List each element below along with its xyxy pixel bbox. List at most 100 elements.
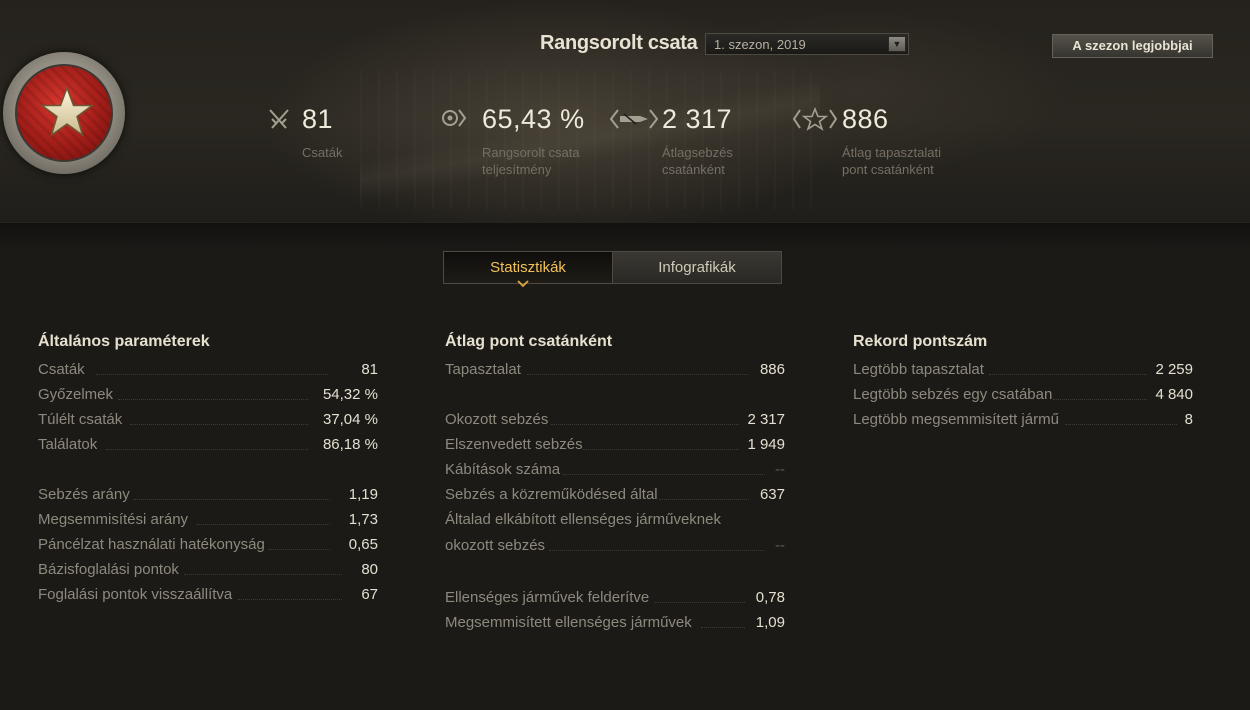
leader-dots	[96, 374, 328, 375]
summary-label: Átlag tapasztalati pont csatánként	[842, 145, 942, 177]
medal-star-icon	[40, 86, 94, 137]
stat-row: Csaták 81	[38, 359, 378, 381]
view-tabs: Statisztikák Infografikák	[443, 251, 782, 284]
rank-chevron-icon	[442, 109, 467, 127]
stat-label: Legtöbb megsemmisített jármű	[853, 411, 1059, 428]
stat-label: Megsemmisített ellenséges járművek	[445, 614, 692, 631]
stat-label: Ellenséges járművek felderítve	[445, 589, 650, 606]
summary-value: 886	[842, 104, 889, 134]
season-select-value: 1. szezon, 2019	[714, 37, 806, 52]
stat-label: okozott sebzés	[445, 537, 546, 554]
stat-row: okozott sebzés --	[445, 535, 785, 557]
stat-label: Általad elkábított ellenséges járművekne…	[445, 511, 721, 528]
banner-background-art	[360, 70, 820, 210]
stat-row: Sebzés a közreműködésed által 637	[445, 484, 785, 506]
leader-dots	[196, 524, 330, 525]
season-select[interactable]: 1. szezon, 2019 ▼	[705, 33, 909, 55]
stat-row: Megsemmisített ellenséges járművek 1,09	[445, 612, 785, 634]
leader-dots	[583, 449, 739, 450]
stat-row: Elszenvedett sebzés 1 949	[445, 434, 785, 456]
stat-label: Legtöbb sebzés egy csatában	[853, 386, 1053, 403]
stat-label: Találatok	[38, 436, 98, 453]
leader-dots	[118, 399, 308, 400]
stat-row: Ellenséges járművek felderítve 0,78	[445, 587, 785, 609]
stat-row: Megsemmisítési arány 1,73	[38, 509, 378, 531]
stat-label: Győzelmek	[38, 386, 114, 403]
stat-row: Páncélzat használati hatékonyság 0,65	[38, 534, 378, 556]
leader-dots	[655, 602, 745, 603]
stat-value: 86,18 %	[322, 436, 378, 453]
leader-dots	[106, 449, 308, 450]
stat-label: Legtöbb tapasztalat	[853, 361, 984, 378]
leader-dots	[238, 599, 342, 600]
stat-row: Túlélt csaták 37,04 %	[38, 409, 378, 431]
stat-label: Okozott sebzés	[445, 411, 549, 428]
stat-value: 0,65	[348, 536, 378, 553]
stat-value: 4 840	[1155, 386, 1193, 403]
stat-value: 0,78	[755, 589, 785, 606]
summary-label: Csaták	[302, 145, 343, 160]
damage-shell-icon	[610, 109, 658, 129]
stat-value: 80	[361, 561, 378, 578]
leader-dots	[1053, 399, 1147, 400]
stat-label: Kábítások száma	[445, 461, 561, 478]
stat-value: 637	[759, 486, 785, 503]
stat-label: Megsemmisítési arány	[38, 511, 189, 528]
leader-dots	[268, 549, 330, 550]
section-title: Rekord pontszám	[853, 333, 988, 350]
leader-dots	[130, 424, 308, 425]
stat-value: 2 317	[747, 411, 785, 428]
section-title: Általános paraméterek	[38, 333, 210, 350]
season-best-button[interactable]: A szezon legjobbjai	[1052, 34, 1213, 58]
stat-label: Elszenvedett sebzés	[445, 436, 583, 453]
stat-row: Okozott sebzés 2 317	[445, 409, 785, 431]
stat-value: 81	[361, 361, 378, 378]
page-title: Rangsorolt csata	[540, 32, 698, 54]
stat-value: 1,09	[755, 614, 785, 631]
summary-label: Átlagsebzés csatánként	[662, 145, 733, 177]
stat-value: 2 259	[1155, 361, 1193, 378]
stat-label: Tapasztalat	[445, 361, 521, 378]
stat-label: Túlélt csaták	[38, 411, 123, 428]
leader-dots	[563, 474, 765, 475]
leader-dots	[184, 574, 342, 575]
stat-value: 37,04 %	[322, 411, 378, 428]
summary-label: Rangsorolt csata teljesítmény	[482, 145, 580, 177]
medal-red-disc	[15, 64, 113, 162]
leader-dots	[701, 627, 745, 628]
stat-label: Csaták	[38, 361, 85, 378]
stat-value: --	[775, 461, 785, 478]
stat-value: 67	[361, 586, 378, 603]
stat-row: Foglalási pontok visszaállítva 67	[38, 584, 378, 606]
stat-value: 1,73	[348, 511, 378, 528]
stat-value: --	[775, 537, 785, 554]
crossed-swords-icon	[269, 109, 289, 129]
leader-dots	[659, 499, 749, 500]
stat-label: Bázisfoglalási pontok	[38, 561, 179, 578]
stat-value: 1 949	[747, 436, 785, 453]
tab-infographics[interactable]: Infografikák	[613, 252, 781, 283]
active-tab-caret-icon	[517, 280, 529, 288]
stat-value: 8	[1184, 411, 1193, 428]
section-title: Átlag pont csatánként	[445, 333, 613, 350]
stat-row-multiline: Általad elkábított ellenséges járművekne…	[445, 509, 785, 531]
chevron-down-icon[interactable]: ▼	[888, 36, 906, 52]
stat-row: Legtöbb megsemmisített jármű 8	[853, 409, 1193, 431]
leader-dots	[989, 374, 1147, 375]
rank-medal-icon	[3, 52, 125, 174]
leader-dots	[549, 550, 765, 551]
summary-value: 81	[302, 104, 334, 134]
summary-value: 2 317	[662, 104, 733, 134]
stat-label: Sebzés a közreműködésed által	[445, 486, 658, 503]
leader-dots	[551, 424, 739, 425]
stat-row: Tapasztalat 886	[445, 359, 785, 381]
leader-dots	[134, 499, 330, 500]
summary-value: 65,43 %	[482, 104, 585, 134]
banner-shadow	[0, 222, 1250, 252]
stat-row: Bázisfoglalási pontok 80	[38, 559, 378, 581]
stat-row: Legtöbb sebzés egy csatában 4 840	[853, 384, 1193, 406]
stat-row: Kábítások száma --	[445, 459, 785, 481]
leader-dots	[527, 374, 749, 375]
tab-statistics[interactable]: Statisztikák	[444, 252, 613, 283]
stat-row: Sebzés arány 1,19	[38, 484, 378, 506]
